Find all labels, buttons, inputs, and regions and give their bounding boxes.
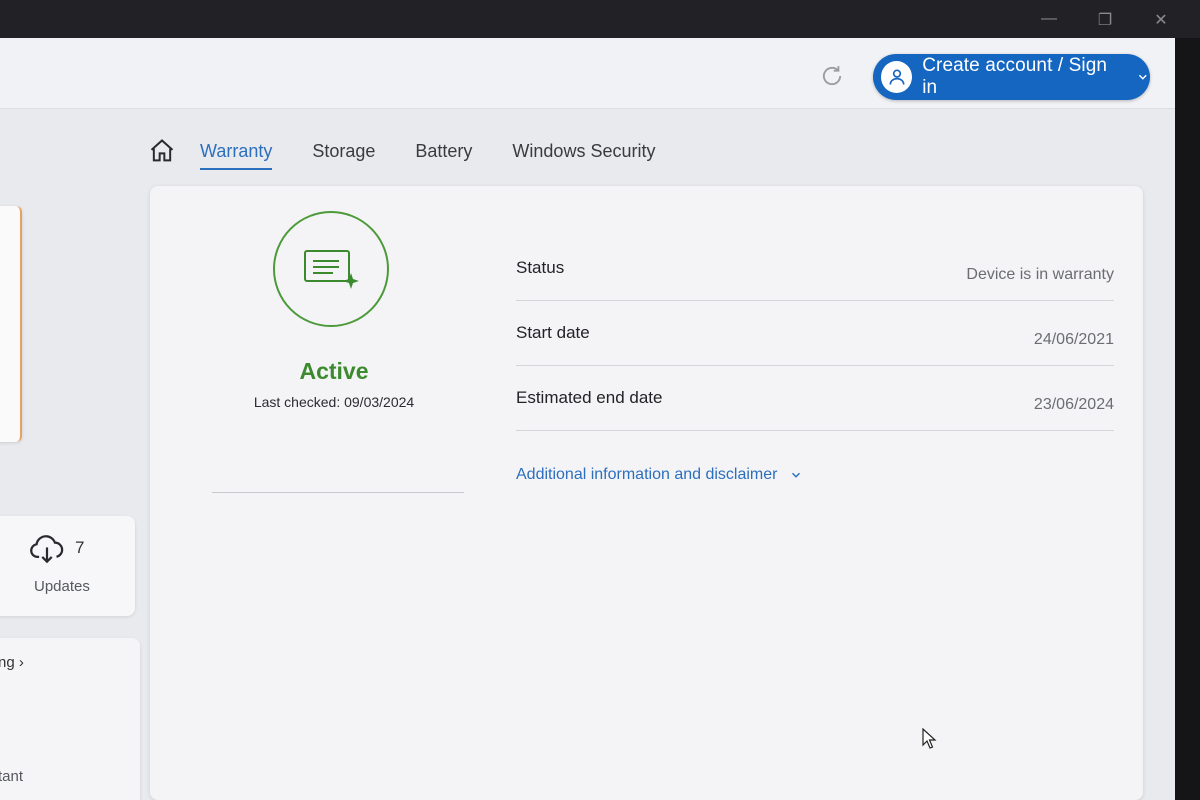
tab-windows-security[interactable]: Windows Security: [512, 133, 655, 170]
info-value: 24/06/2021: [1033, 331, 1114, 348]
info-row-status: Status Device is in warranty: [516, 236, 1114, 301]
app-window: Create account / Sign in 7 Updates ng › …: [0, 38, 1175, 800]
monitor-bezel-right: [1175, 38, 1200, 800]
updates-tile[interactable]: 7 Updates: [0, 516, 135, 616]
support-tile-label: tant: [0, 768, 24, 785]
support-tile[interactable]: ng › tant: [0, 638, 140, 800]
tab-warranty[interactable]: Warranty: [200, 133, 273, 170]
device-card[interactable]: [0, 206, 22, 442]
warranty-status-badge: [273, 211, 389, 327]
warranty-status-title: Active: [299, 358, 369, 384]
cloud-download-icon: [30, 535, 64, 564]
warranty-card: Active Last checked: 09/03/2024 Status D…: [150, 186, 1143, 800]
info-value: 23/06/2024: [1033, 396, 1114, 413]
disclaimer-label: Additional information and disclaimer: [516, 466, 778, 483]
info-row-start-date: Start date 24/06/2021: [516, 301, 1114, 366]
refresh-icon: [822, 66, 842, 86]
home-icon: [150, 139, 174, 162]
disclaimer-toggle[interactable]: Additional information and disclaimer: [516, 466, 803, 484]
info-label: Status: [516, 258, 565, 277]
window-controls: — ❐ ✕: [1040, 10, 1170, 30]
account-button-label: Create account / Sign in: [922, 55, 1108, 98]
tab-bar: Warranty Storage Battery Windows Securit…: [148, 126, 695, 176]
info-row-end-date: Estimated end date 23/06/2024: [516, 366, 1114, 431]
warranty-details: Status Device is in warranty Start date …: [516, 236, 1114, 431]
left-sidebar: 7 Updates ng › tant: [0, 38, 140, 800]
chevron-down-icon: [792, 472, 801, 478]
minimize-button[interactable]: —: [1040, 10, 1058, 30]
updates-label: Updates: [34, 578, 90, 595]
user-icon: [889, 69, 905, 85]
mouse-cursor-icon: [922, 728, 937, 749]
close-button[interactable]: ✕: [1152, 10, 1170, 30]
tab-battery[interactable]: Battery: [415, 133, 472, 170]
home-button[interactable]: [148, 137, 176, 165]
maximize-button[interactable]: ❐: [1096, 10, 1114, 30]
tab-storage[interactable]: Storage: [312, 133, 375, 170]
user-avatar: [881, 61, 913, 93]
warranty-document-icon: [304, 250, 359, 289]
info-value: Device is in warranty: [966, 266, 1114, 283]
monitor-bezel-top: — ❐ ✕: [0, 0, 1200, 38]
divider: [212, 492, 464, 493]
updates-count: 7: [75, 538, 85, 557]
info-label: Estimated end date: [516, 388, 663, 407]
support-link[interactable]: ng ›: [0, 654, 24, 671]
refresh-button[interactable]: [816, 60, 848, 92]
chevron-down-icon: [1139, 74, 1148, 80]
title-bar: Create account / Sign in: [0, 38, 1175, 109]
last-checked-date: Last checked: 09/03/2024: [253, 394, 415, 410]
info-label: Start date: [516, 323, 590, 342]
create-account-sign-in-button[interactable]: Create account / Sign in: [873, 54, 1150, 100]
